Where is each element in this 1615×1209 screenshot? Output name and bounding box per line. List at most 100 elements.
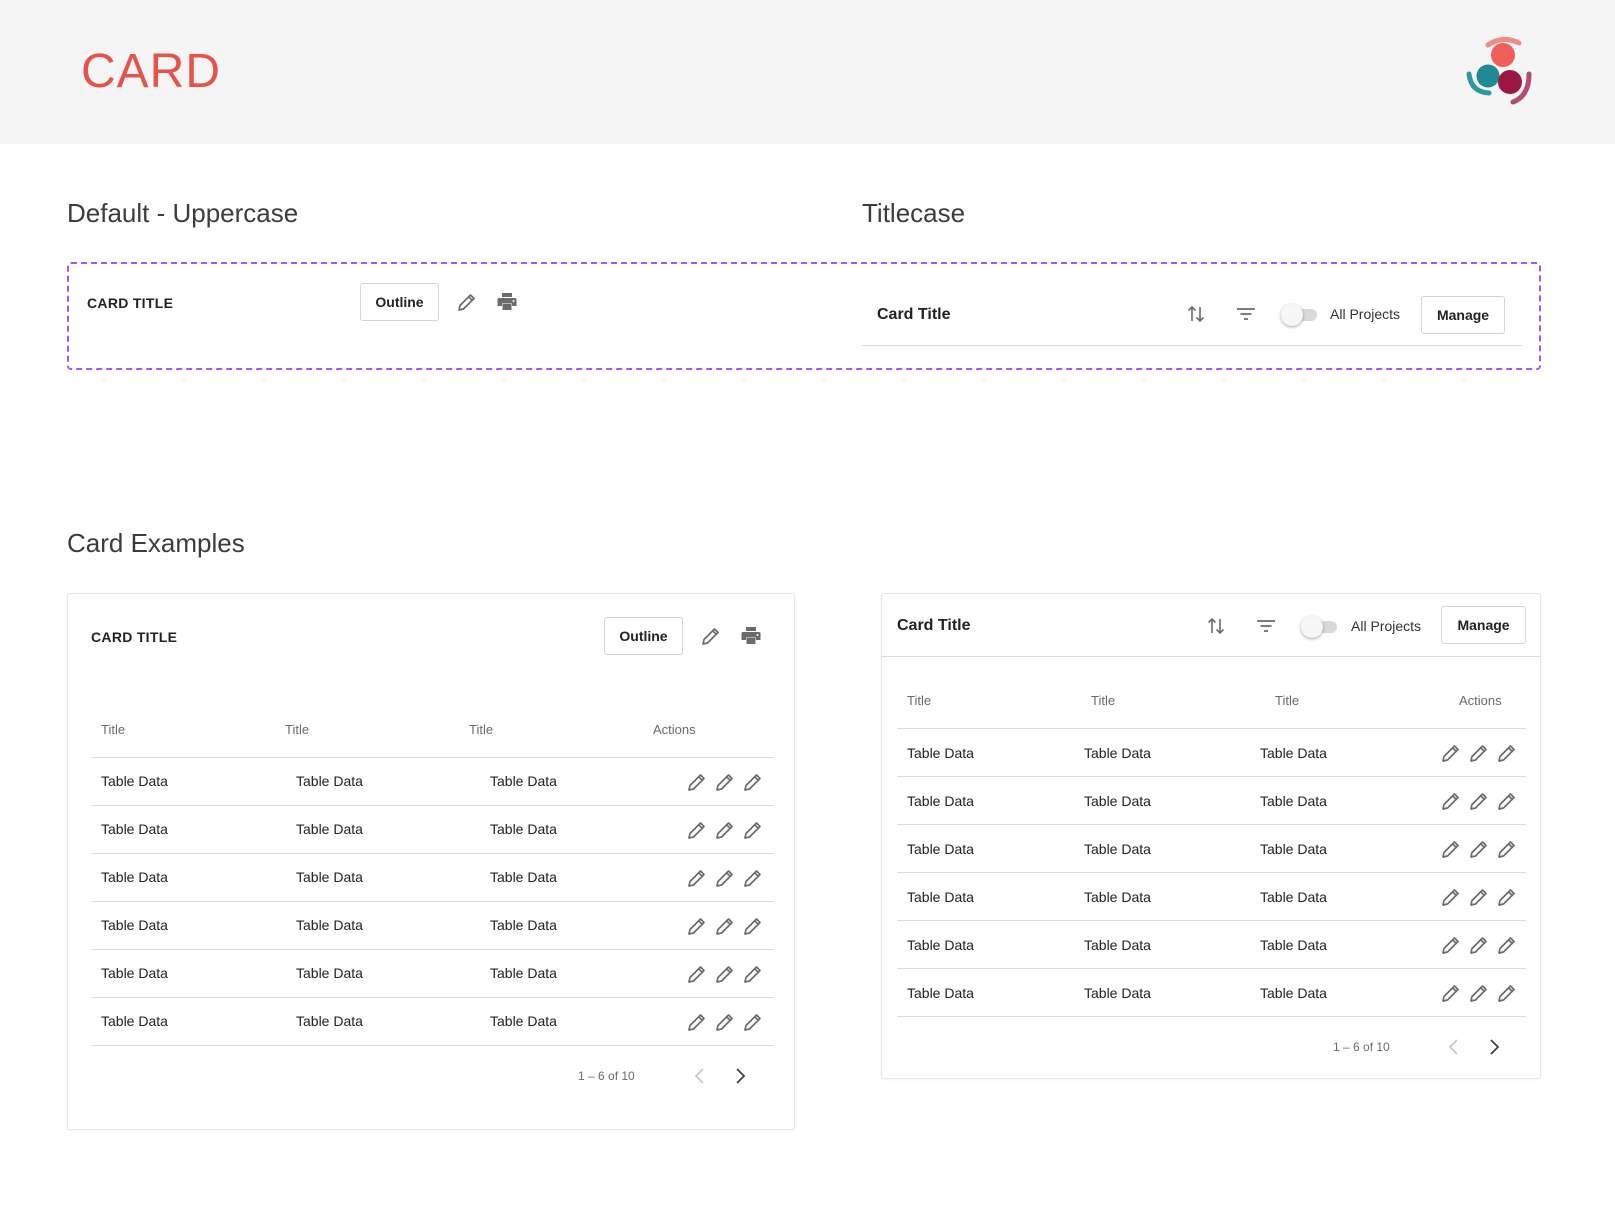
pencil-icon[interactable] [1495, 837, 1519, 861]
all-projects-toggle[interactable] [1301, 616, 1337, 638]
pencil-icon[interactable] [685, 914, 709, 938]
all-projects-toggle[interactable] [1281, 304, 1317, 326]
table-row [897, 872, 1526, 920]
pencil-icon[interactable] [699, 624, 723, 648]
table-row [91, 757, 774, 805]
pencil-icon[interactable] [685, 866, 709, 890]
section-title-titlecase: Titlecase [862, 198, 966, 228]
pencil-icon[interactable] [1467, 837, 1491, 861]
table-cell: Table Data [490, 917, 557, 933]
table-cell: Table Data [907, 745, 974, 761]
column-header: Title [469, 722, 494, 737]
table-cell: Table Data [101, 917, 168, 933]
table-cell: Table Data [907, 793, 974, 809]
table-cell: Table Data [907, 841, 974, 857]
pencil-icon[interactable] [741, 770, 765, 794]
column-header-actions: Actions [653, 722, 696, 737]
table-cell: Table Data [1084, 937, 1151, 953]
row-divider [897, 1016, 1526, 1017]
print-icon[interactable] [495, 290, 519, 314]
filter-icon[interactable] [1254, 614, 1278, 638]
table-row [897, 968, 1526, 1016]
pencil-icon[interactable] [741, 914, 765, 938]
pencil-icon[interactable] [685, 770, 709, 794]
outline-button[interactable]: Outline [360, 283, 439, 321]
table-cell: Table Data [907, 889, 974, 905]
pencil-icon[interactable] [1439, 789, 1463, 813]
table-row [897, 920, 1526, 968]
pencil-icon[interactable] [713, 818, 737, 842]
pencil-icon[interactable] [1439, 933, 1463, 957]
sort-arrows-icon[interactable] [1204, 614, 1228, 638]
example-card-uppercase: CARD TITLE Outline 1 – 6 of 10 Title Titl… [67, 593, 795, 1130]
pencil-icon[interactable] [1495, 933, 1519, 957]
table-row [91, 901, 774, 949]
table-cell: Table Data [907, 937, 974, 953]
card-header-variants-box [67, 262, 1541, 370]
table-cell: Table Data [490, 773, 557, 789]
pencil-icon[interactable] [741, 818, 765, 842]
pencil-icon[interactable] [1467, 789, 1491, 813]
pencil-icon[interactable] [685, 818, 709, 842]
table-cell: Table Data [296, 917, 363, 933]
column-header: Title [1275, 693, 1300, 708]
pencil-icon[interactable] [1439, 981, 1463, 1005]
pencil-icon[interactable] [713, 962, 737, 986]
pencil-icon[interactable] [455, 290, 479, 314]
outline-button[interactable]: Outline [604, 617, 683, 655]
chevron-left-icon[interactable] [1442, 1035, 1466, 1059]
pencil-icon[interactable] [1495, 885, 1519, 909]
table-row [897, 824, 1526, 872]
table-cell: Table Data [1084, 985, 1151, 1001]
pagination-range: 1 – 6 of 10 [1333, 1040, 1390, 1054]
pencil-icon[interactable] [685, 1010, 709, 1034]
table-cell: Table Data [1260, 985, 1327, 1001]
manage-button[interactable]: Manage [1421, 296, 1505, 334]
table-cell: Table Data [296, 965, 363, 981]
card-title: Card Title [897, 617, 971, 634]
pencil-icon[interactable] [1439, 885, 1463, 909]
table-row [91, 949, 774, 997]
pencil-icon[interactable] [713, 866, 737, 890]
card-title: Card Title [877, 306, 951, 323]
chevron-left-icon[interactable] [688, 1064, 712, 1088]
chevron-right-icon[interactable] [1482, 1035, 1506, 1059]
section-title-card-examples: Card Examples [67, 528, 245, 558]
pencil-icon[interactable] [1495, 741, 1519, 765]
pencil-icon[interactable] [1467, 933, 1491, 957]
pencil-icon[interactable] [685, 962, 709, 986]
chevron-right-icon[interactable] [728, 1064, 752, 1088]
manage-button[interactable]: Manage [1441, 606, 1526, 644]
filter-icon[interactable] [1234, 302, 1258, 326]
pagination-range: 1 – 6 of 10 [578, 1069, 635, 1083]
table-cell: Table Data [296, 1013, 363, 1029]
table-cell: Table Data [1084, 793, 1151, 809]
card-header-divider [882, 656, 1540, 657]
pencil-icon[interactable] [1439, 741, 1463, 765]
pencil-icon[interactable] [741, 962, 765, 986]
sort-arrows-icon[interactable] [1184, 302, 1208, 326]
toggle-knob [1281, 304, 1303, 326]
table-cell: Table Data [1084, 889, 1151, 905]
row-divider [91, 1045, 774, 1046]
pencil-icon[interactable] [741, 866, 765, 890]
pencil-icon[interactable] [713, 1010, 737, 1034]
page-title: CARD [81, 45, 222, 98]
column-header-actions: Actions [1459, 693, 1502, 708]
pencil-icon[interactable] [1439, 837, 1463, 861]
table-cell: Table Data [101, 965, 168, 981]
pencil-icon[interactable] [1467, 741, 1491, 765]
pencil-icon[interactable] [741, 1010, 765, 1034]
table-cell: Table Data [490, 821, 557, 837]
pencil-icon[interactable] [1467, 981, 1491, 1005]
table-row [897, 728, 1526, 776]
pencil-icon[interactable] [1495, 981, 1519, 1005]
pencil-icon[interactable] [1467, 885, 1491, 909]
pencil-icon[interactable] [713, 914, 737, 938]
column-header: Title [101, 722, 126, 737]
table-cell: Table Data [1260, 937, 1327, 953]
pencil-icon[interactable] [713, 770, 737, 794]
print-icon[interactable] [739, 624, 763, 648]
table-row [91, 805, 774, 853]
pencil-icon[interactable] [1495, 789, 1519, 813]
